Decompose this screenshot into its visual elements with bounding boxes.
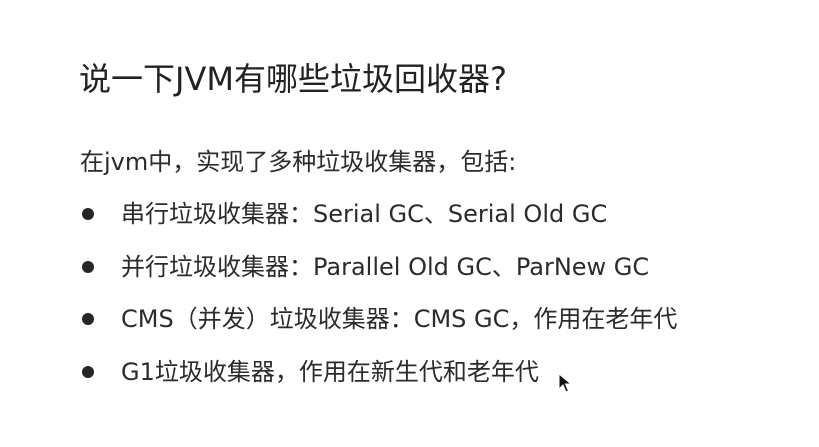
mouse-pointer-icon [558, 373, 572, 393]
intro-text: 在jvm中，实现了多种垃圾收集器，包括: [80, 148, 517, 176]
bullet-dot-icon [82, 260, 94, 273]
bullet-dot-icon [82, 208, 94, 220]
list-item-text: 并行垃圾收集器：Parallel Old GC、ParNew GC [121, 252, 650, 281]
list-item-text: CMS（并发）垃圾收集器：CMS GC，作用在老年代 [121, 305, 678, 333]
list-item-text: 串行垃圾收集器：Serial GC、Serial Old GC [121, 200, 608, 228]
bullet-dot-icon [82, 313, 94, 325]
slide-title: 说一下JVM有哪些垃圾回收器? [79, 60, 507, 98]
slide-page: 说一下JVM有哪些垃圾回收器? 在jvm中，实现了多种垃圾收集器，包括: 串行垃… [0, 0, 819, 447]
bullet-dot-icon [82, 365, 94, 378]
list-item-text: G1垃圾收集器，作用在新生代和老年代 [121, 357, 539, 386]
